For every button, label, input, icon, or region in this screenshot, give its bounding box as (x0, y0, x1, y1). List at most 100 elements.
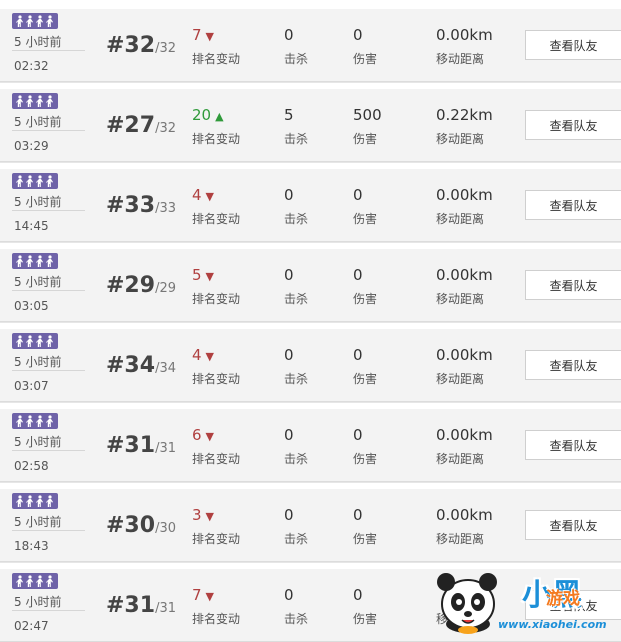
match-duration: 18:43 (14, 539, 49, 553)
kills-label: 击杀 (284, 52, 309, 66)
view-teammates-button[interactable]: 查看队友 (525, 110, 621, 140)
kills-label: 击杀 (284, 212, 309, 226)
distance-label: 移动距离 (436, 372, 485, 386)
kills-label: 击杀 (284, 452, 309, 466)
view-teammates-button[interactable]: 查看队友 (525, 190, 621, 220)
kills-label: 击杀 (284, 612, 309, 626)
time-ago: 5 小时前 (14, 115, 62, 129)
squad-mode-badge (12, 93, 58, 109)
rank-change: 7 ▼ (192, 26, 214, 44)
rank-change-value: 3 (192, 506, 202, 524)
squad-mode-badge (12, 493, 58, 509)
distance-label: 移动距离 (436, 132, 485, 146)
rank-total: /34 (155, 361, 176, 376)
rank-down-arrow-icon: ▼ (205, 30, 215, 43)
damage-value: 0 (353, 266, 363, 284)
distance-label: 移动距离 (436, 612, 485, 626)
match-duration: 14:45 (14, 219, 49, 233)
divider (12, 450, 85, 451)
time-ago: 5 小时前 (14, 435, 62, 449)
view-teammates-button[interactable]: 查看队友 (525, 30, 621, 60)
rank-value: #29 (106, 273, 156, 298)
rank-down-arrow-icon: ▼ (205, 430, 215, 443)
view-teammates-button[interactable]: 查看队友 (525, 510, 621, 540)
kills-value: 0 (284, 346, 294, 364)
match-row: 5 小时前 02:58 #31/31 6 ▼ 排名变动 0 击杀 0 伤害 0.0… (0, 409, 621, 482)
rank-value: #30 (106, 513, 156, 538)
divider (12, 130, 85, 131)
match-duration: 02:32 (14, 59, 49, 73)
rank-change: 4 ▼ (192, 346, 214, 364)
rank-value: #27 (106, 113, 156, 138)
squad-mode-badge (12, 573, 58, 589)
match-row: 5 小时前 14:45 #33/33 4 ▼ 排名变动 0 击杀 0 伤害 0.0… (0, 169, 621, 242)
distance-value: 0.00km (436, 506, 493, 524)
rank-value: #32 (106, 33, 156, 58)
kills-value: 0 (284, 586, 294, 604)
rank-down-arrow-icon: ▼ (205, 590, 215, 603)
view-teammates-button[interactable]: 查看队友 (525, 350, 621, 380)
rank-change-label: 排名变动 (192, 292, 241, 306)
damage-label: 伤害 (353, 292, 378, 306)
rank-total: /31 (155, 441, 176, 456)
squad-mode-badge (12, 333, 58, 349)
kills-value: 0 (284, 186, 294, 204)
divider (12, 210, 85, 211)
damage-label: 伤害 (353, 212, 378, 226)
rank-change-label: 排名变动 (192, 132, 241, 146)
kills-value: 0 (284, 426, 294, 444)
time-ago: 5 小时前 (14, 515, 62, 529)
damage-value: 0 (353, 26, 363, 44)
match-duration: 03:07 (14, 379, 49, 393)
damage-label: 伤害 (353, 452, 378, 466)
match-duration: 03:29 (14, 139, 49, 153)
rank-total: /32 (155, 121, 176, 136)
damage-value: 0 (353, 186, 363, 204)
final-rank: #32/32 (106, 33, 176, 58)
distance-value: 0.00km (436, 186, 493, 204)
match-row: 5 小时前 02:32 #32/32 7 ▼ 排名变动 0 击杀 0 伤害 0.0… (0, 9, 621, 82)
four-players-icon (16, 95, 53, 107)
distance-label: 移动距离 (436, 292, 485, 306)
distance-value: 0.00km (436, 346, 493, 364)
rank-change-value: 7 (192, 586, 202, 604)
rank-value: #31 (106, 433, 156, 458)
final-rank: #34/34 (106, 353, 176, 378)
rank-value: #33 (106, 193, 156, 218)
final-rank: #29/29 (106, 273, 176, 298)
view-teammates-button[interactable]: 查看队友 (525, 270, 621, 300)
rank-change: 3 ▼ (192, 506, 214, 524)
distance-label: 移动距离 (436, 52, 485, 66)
rank-change-value: 4 (192, 186, 202, 204)
damage-label: 伤害 (353, 132, 378, 146)
final-rank: #30/30 (106, 513, 176, 538)
kills-value: 0 (284, 506, 294, 524)
rank-total: /31 (155, 601, 176, 616)
damage-label: 伤害 (353, 372, 378, 386)
rank-change-value: 4 (192, 346, 202, 364)
rank-value: #34 (106, 353, 156, 378)
final-rank: #33/33 (106, 193, 176, 218)
damage-label: 伤害 (353, 612, 378, 626)
final-rank: #31/31 (106, 433, 176, 458)
time-ago: 5 小时前 (14, 595, 62, 609)
four-players-icon (16, 15, 53, 27)
kills-label: 击杀 (284, 292, 309, 306)
squad-mode-badge (12, 13, 58, 29)
four-players-icon (16, 335, 53, 347)
final-rank: #27/32 (106, 113, 176, 138)
view-teammates-button[interactable]: 查看队友 (525, 590, 621, 620)
rank-change-value: 20 (192, 106, 212, 124)
view-teammates-button[interactable]: 查看队友 (525, 430, 621, 460)
squad-mode-badge (12, 253, 58, 269)
damage-value: 500 (353, 106, 382, 124)
divider (12, 530, 85, 531)
damage-label: 伤害 (353, 532, 378, 546)
rank-change: 20 ▲ (192, 106, 224, 124)
distance-value: 0.00km (436, 26, 493, 44)
match-duration: 02:58 (14, 459, 49, 473)
divider (12, 610, 85, 611)
rank-change: 5 ▼ (192, 266, 214, 284)
distance-label: 移动距离 (436, 212, 485, 226)
match-duration: 02:47 (14, 619, 49, 633)
